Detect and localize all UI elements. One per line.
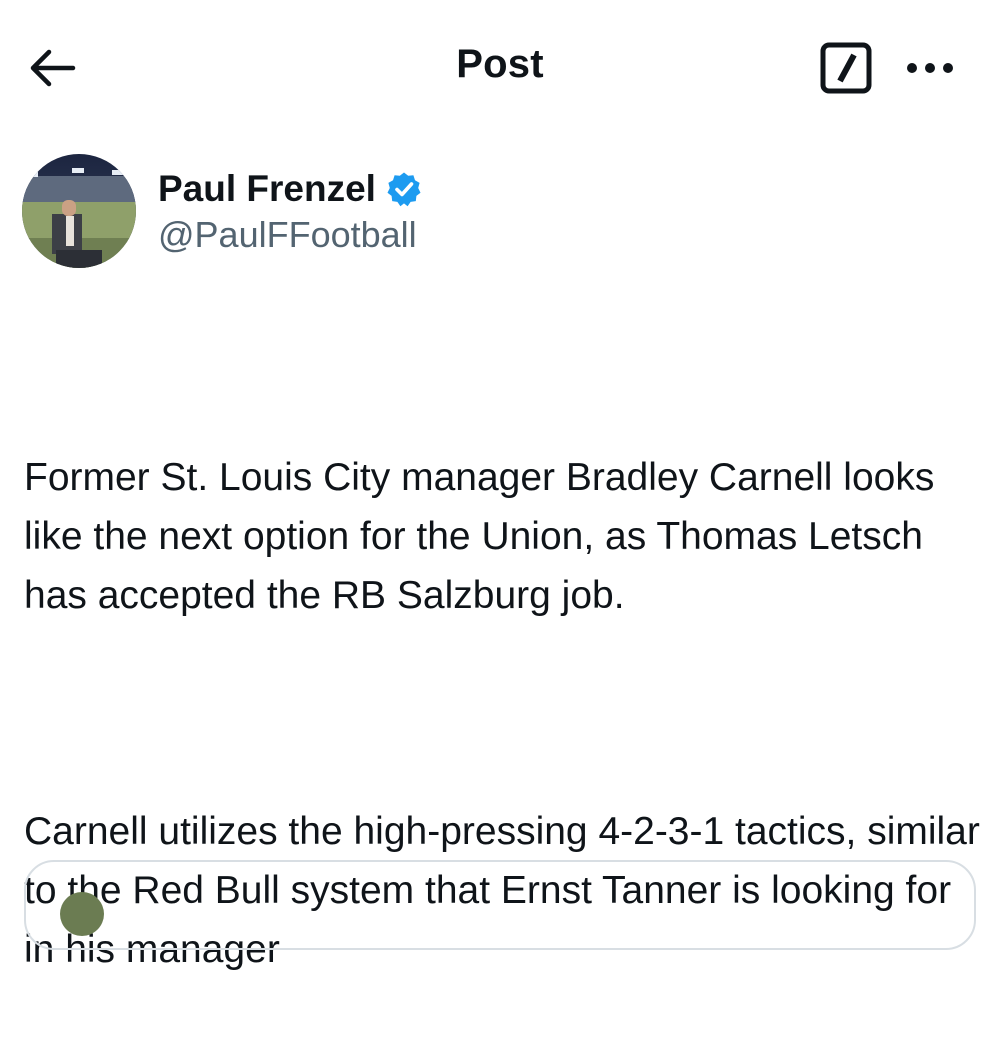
avatar-photo: [22, 154, 136, 268]
avatar[interactable]: [22, 154, 136, 268]
post-author: Paul Frenzel @PaulFFootball: [22, 154, 982, 270]
author-display-name: Paul Frenzel: [158, 168, 376, 209]
top-bar: Post: [0, 0, 1000, 136]
verified-badge-icon: [387, 172, 421, 207]
quoted-post-avatar: [60, 892, 104, 936]
more-options-button[interactable]: [900, 44, 960, 92]
quoted-post-card[interactable]: [24, 860, 976, 950]
author-name-row[interactable]: Paul Frenzel: [158, 168, 422, 210]
post-paragraph: Former St. Louis City manager Bradley Ca…: [24, 456, 946, 617]
grok-icon: [820, 42, 872, 94]
grok-button[interactable]: [818, 40, 874, 96]
more-horizontal-icon: [907, 63, 953, 73]
author-handle[interactable]: @PaulFFootball: [158, 214, 417, 256]
